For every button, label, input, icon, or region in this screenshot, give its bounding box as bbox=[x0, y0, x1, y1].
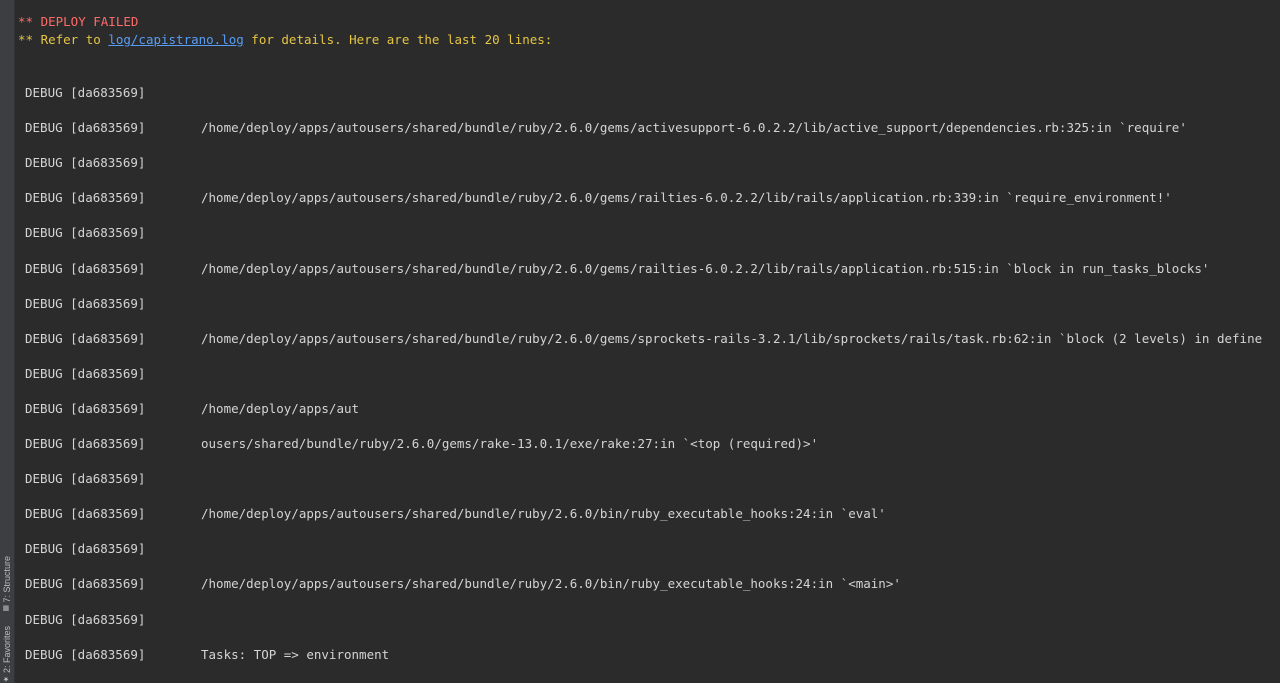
log-line: DEBUG [da683569] bbox=[25, 366, 1280, 382]
structure-icon: ▦ bbox=[3, 604, 10, 613]
structure-tool-tab[interactable]: ▦ 7: Structure bbox=[0, 552, 14, 616]
favorites-tab-label: 2: Favorites bbox=[2, 625, 12, 674]
log-line-prefix: DEBUG [da683569] bbox=[25, 646, 146, 662]
log-line-prefix: DEBUG [da683569] bbox=[25, 506, 146, 522]
log-line-prefix: DEBUG [da683569] bbox=[25, 330, 146, 346]
log-line: DEBUG [da683569] /home/deploy/apps/autous… bbox=[25, 190, 1280, 206]
log-line-prefix: DEBUG [da683569] bbox=[25, 85, 146, 100]
refer-log-message: ** Refer to log/capistrano.log for detai… bbox=[18, 32, 552, 48]
log-line-message: Tasks: TOP => environment bbox=[201, 646, 390, 662]
log-line: DEBUG [da683569] Tasks: TOP => environmen… bbox=[25, 647, 1280, 663]
log-line-message: /home/deploy/apps/autousers/shared/bundl… bbox=[201, 330, 1263, 346]
favorites-tool-tab[interactable]: ★ 2: Favorites bbox=[0, 626, 14, 683]
log-line-message: /home/deploy/apps/autousers/shared/bundl… bbox=[201, 576, 901, 592]
log-line-message: /home/deploy/apps/autousers/shared/bundl… bbox=[201, 506, 886, 522]
log-line: DEBUG [da683569] bbox=[25, 155, 1280, 171]
log-line: DEBUG [da683569] /home/deploy/apps/autous… bbox=[25, 331, 1280, 347]
log-line: DEBUG [da683569] ousers/shared/bundle/rub… bbox=[25, 436, 1280, 452]
log-line-prefix: DEBUG [da683569] bbox=[25, 611, 146, 627]
log-line-prefix: DEBUG [da683569] bbox=[25, 541, 146, 557]
log-line-prefix: DEBUG [da683569] bbox=[25, 225, 146, 241]
log-line-message: ousers/shared/bundle/ruby/2.6.0/gems/rak… bbox=[201, 436, 819, 451]
log-line-message: /home/deploy/apps/autousers/shared/bundl… bbox=[201, 190, 1172, 206]
log-line: DEBUG [da683569] bbox=[25, 296, 1280, 312]
log-line-message: /home/deploy/apps/autousers/shared/bundl… bbox=[201, 120, 1187, 136]
log-line: DEBUG [da683569] bbox=[25, 541, 1280, 557]
capistrano-log-link[interactable]: log/capistrano.log bbox=[108, 32, 243, 47]
structure-tab-label: 7: Structure bbox=[2, 555, 12, 603]
log-line: DEBUG [da683569] bbox=[25, 612, 1280, 628]
log-line: DEBUG [da683569] bbox=[25, 471, 1280, 487]
log-line-prefix: DEBUG [da683569] bbox=[25, 155, 146, 171]
log-line: DEBUG [da683569] /home/deploy/apps/autous… bbox=[25, 120, 1280, 136]
log-line-prefix: DEBUG [da683569] bbox=[25, 260, 146, 276]
log-line-prefix: DEBUG [da683569] bbox=[25, 365, 146, 381]
log-line-prefix: DEBUG [da683569] bbox=[25, 190, 146, 206]
log-line: DEBUG [da683569] /home/deploy/apps/autous… bbox=[25, 506, 1280, 522]
refer-suffix: for details. Here are the last 20 lines: bbox=[243, 32, 553, 47]
log-line: DEBUG [da683569] bbox=[25, 85, 1280, 101]
log-line-message: /home/deploy/apps/autousers/shared/bundl… bbox=[201, 260, 1210, 276]
log-line-prefix: DEBUG [da683569] bbox=[25, 120, 146, 136]
star-icon: ★ bbox=[3, 675, 10, 683]
log-line-prefix: DEBUG [da683569] bbox=[25, 471, 146, 487]
deploy-failed-message: ** DEPLOY FAILED bbox=[18, 14, 139, 29]
log-line-prefix: DEBUG [da683569] bbox=[25, 576, 146, 592]
log-line-prefix: DEBUG [da683569] bbox=[25, 436, 146, 451]
ide-window: ▦ 7: Structure ★ 2: Favorites ** DEPLOY … bbox=[0, 0, 1280, 683]
log-line-prefix: DEBUG [da683569] bbox=[25, 295, 146, 311]
log-line: DEBUG [da683569] /home/deploy/apps/autous… bbox=[25, 261, 1280, 277]
log-line-prefix: DEBUG [da683569] bbox=[25, 400, 146, 416]
log-line: DEBUG [da683569] /home/deploy/apps/autous… bbox=[25, 576, 1280, 592]
log-line-message: /home/deploy/apps/aut bbox=[201, 400, 360, 416]
tool-window-strip: ▦ 7: Structure ★ 2: Favorites bbox=[0, 0, 15, 683]
log-line: DEBUG [da683569] bbox=[25, 225, 1280, 241]
log-line: DEBUG [da683569] /home/deploy/apps/aut bbox=[25, 401, 1280, 417]
refer-prefix: ** Refer to bbox=[18, 32, 109, 47]
console-output[interactable]: ** DEPLOY FAILED ** Refer to log/capistr… bbox=[15, 0, 1280, 683]
